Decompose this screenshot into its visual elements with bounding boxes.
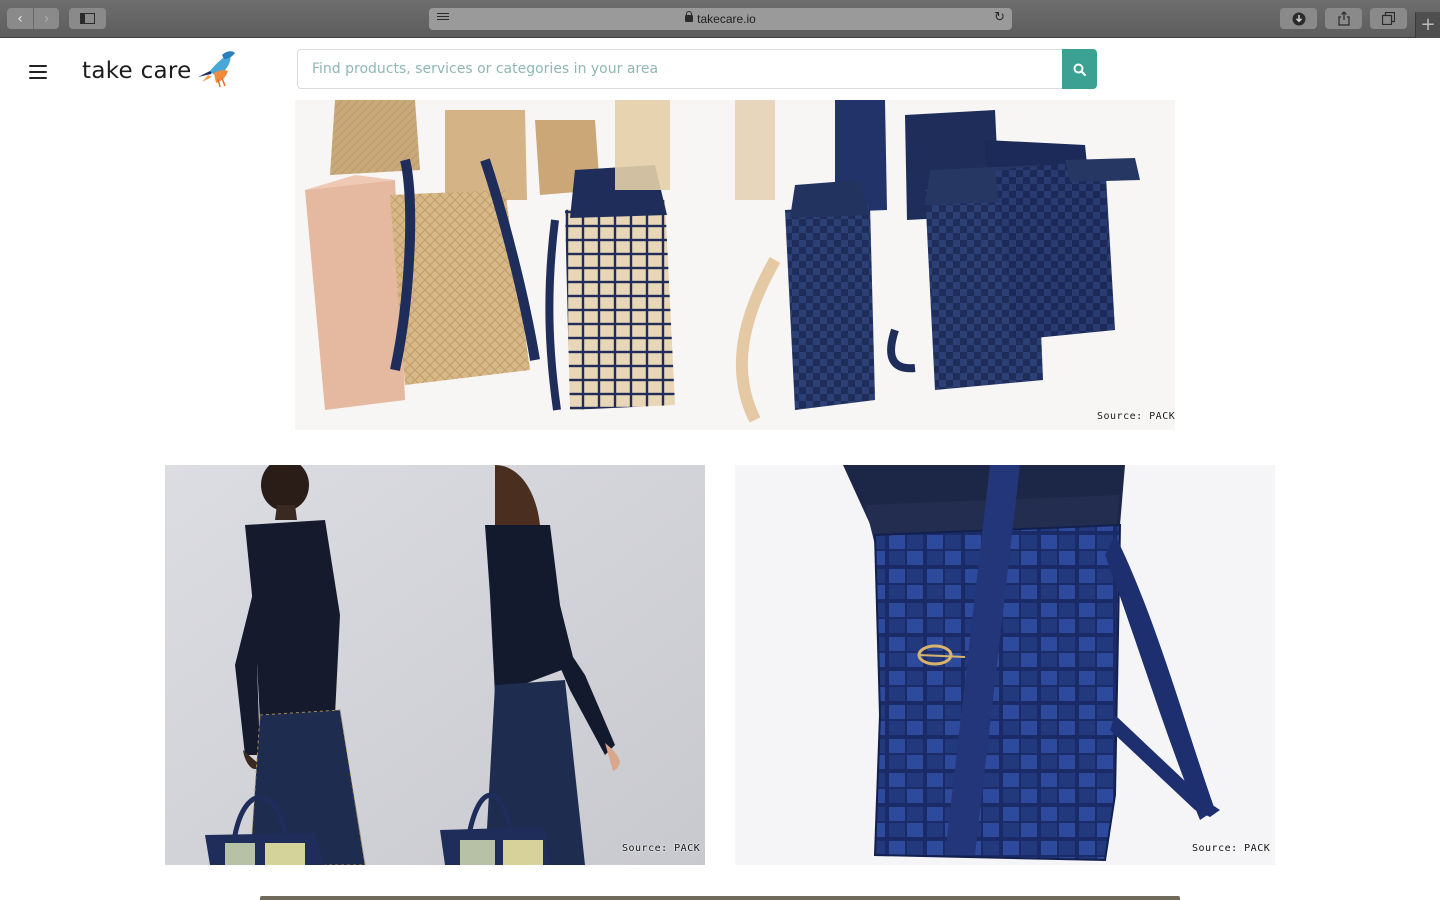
back-arrow-icon[interactable]: ‹ <box>7 8 33 29</box>
image-source-caption: Source: PACK <box>1097 411 1176 422</box>
hero-image-backpacks <box>295 100 1175 430</box>
url-text: takecare.io <box>697 12 756 26</box>
kingfisher-logo-icon[interactable] <box>196 49 238 89</box>
lock-icon <box>685 11 694 22</box>
menu-icon[interactable] <box>29 65 47 79</box>
site-header: take care <box>0 38 1440 100</box>
address-bar[interactable]: takecare.io ↻ <box>429 8 1012 30</box>
share-icon[interactable] <box>1325 8 1362 29</box>
image-source-caption: Source: PACK <box>622 843 701 854</box>
search-icon <box>1073 63 1086 76</box>
search-button[interactable] <box>1062 49 1097 89</box>
woven-backpack-image <box>735 465 1275 865</box>
download-icon[interactable] <box>1280 8 1317 29</box>
next-image-edge <box>260 896 1180 900</box>
reload-icon[interactable]: ↻ <box>994 10 1005 25</box>
people-with-totes-image <box>165 465 705 865</box>
search-input[interactable] <box>298 50 1063 88</box>
browser-toolbar: ‹ › takecare.io ↻ + <box>0 0 1440 38</box>
logo-text[interactable]: take care <box>82 58 192 84</box>
tabs-icon[interactable] <box>1370 8 1407 29</box>
image-source-caption: Source: PACK <box>1192 843 1271 854</box>
new-tab-icon[interactable]: + <box>1415 12 1440 38</box>
forward-arrow-icon[interactable]: › <box>33 8 59 29</box>
search-field[interactable] <box>297 49 1063 89</box>
nav-buttons: ‹ › <box>7 8 59 29</box>
sidebar-icon[interactable] <box>69 8 106 29</box>
